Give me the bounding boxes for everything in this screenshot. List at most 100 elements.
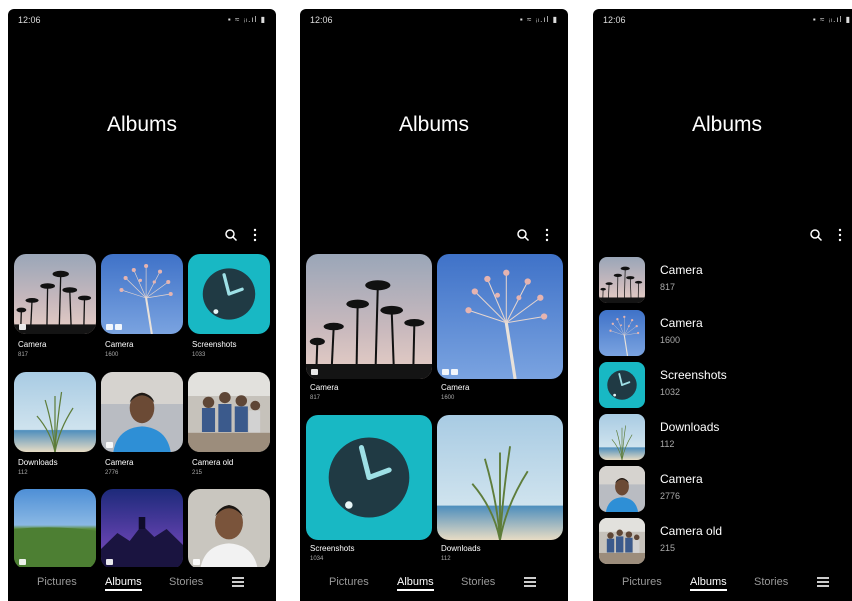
album-tile[interactable]: Downloads 112 (437, 415, 563, 570)
tab-albums[interactable]: Albums (397, 576, 434, 591)
bottom-nav: Pictures Albums Stories (8, 567, 276, 601)
album-tile[interactable]: Camera 1600 (101, 254, 183, 364)
hamburger-menu-icon[interactable] (232, 577, 244, 587)
list-item[interactable]: Camera 817 (599, 257, 849, 303)
page-title: Albums (106, 113, 178, 136)
album-tile[interactable]: Camera old 215 (188, 372, 270, 482)
status-icons: ▪ ≈ ᵢₗ.ıl ▮ (227, 15, 266, 24)
camera-badge-icon (193, 559, 200, 565)
list-item[interactable]: Downloads 112 (599, 414, 849, 460)
camera-badge-icon (106, 442, 113, 448)
album-count: 2776 (660, 491, 681, 501)
album-thumbnail (14, 372, 96, 452)
tab-albums[interactable]: Albums (105, 576, 142, 591)
search-icon[interactable] (224, 227, 238, 243)
camera-badge-icon (442, 369, 458, 375)
list-item[interactable]: Camera 2776 (599, 466, 849, 512)
album-tile[interactable] (188, 489, 270, 569)
more-vert-icon[interactable] (248, 227, 262, 243)
page-title: Albums (398, 113, 470, 136)
album-thumbnail (599, 466, 645, 512)
status-time: 12:06 (310, 15, 333, 25)
action-row (224, 227, 264, 243)
album-thumbnail (188, 489, 270, 569)
album-name: Camera (660, 316, 703, 330)
hamburger-menu-icon[interactable] (817, 577, 829, 587)
phone-screen-grid-large: 12:06 ▪ ≈ ᵢₗ.ıl ▮ Albums Camera 817 Came… (300, 9, 568, 601)
tab-albums[interactable]: Albums (690, 576, 727, 591)
album-tile[interactable]: Downloads 112 (14, 372, 96, 482)
search-icon[interactable] (516, 227, 530, 243)
album-thumbnail (101, 254, 183, 334)
tab-stories[interactable]: Stories (169, 576, 203, 588)
list-item[interactable]: Camera old 215 (599, 518, 849, 564)
album-count: 1033 (192, 352, 206, 358)
camera-badge-icon (106, 324, 122, 330)
album-name: Downloads (18, 458, 58, 467)
album-name: Screenshots (192, 340, 237, 349)
album-count: 1600 (105, 352, 119, 358)
phone-screen-list: 12:06 ▪ ≈ ᵢₗ.ıl ▮ Albums Camera 817 Came… (593, 9, 852, 601)
search-icon[interactable] (809, 227, 823, 243)
album-tile[interactable]: Camera 817 (14, 254, 96, 364)
album-tile[interactable]: Screenshots 1033 (188, 254, 270, 364)
album-thumbnail (437, 254, 563, 379)
album-name: Screenshots (660, 368, 727, 382)
album-thumbnail (306, 254, 432, 379)
more-vert-icon[interactable] (540, 227, 554, 243)
album-count: 1034 (310, 556, 324, 562)
album-thumbnail (306, 415, 432, 540)
camera-badge-icon (19, 324, 26, 330)
album-thumbnail (188, 372, 270, 452)
album-thumbnail (101, 489, 183, 569)
album-count: 112 (18, 470, 28, 476)
album-count: 817 (18, 352, 29, 358)
tab-pictures[interactable]: Pictures (37, 576, 77, 588)
album-tile[interactable]: Camera 2776 (101, 372, 183, 482)
album-count: 112 (660, 439, 675, 449)
album-name: Camera (660, 263, 703, 277)
album-name: Screenshots (310, 544, 355, 553)
album-name: Camera old (192, 458, 234, 467)
album-thumbnail (101, 372, 183, 452)
album-tile[interactable]: Screenshots 1034 (306, 415, 432, 570)
hamburger-menu-icon[interactable] (524, 577, 536, 587)
album-count: 2776 (105, 470, 119, 476)
album-name: Camera (105, 458, 134, 467)
album-thumbnail (188, 254, 270, 334)
status-bar: 12:06 ▪ ≈ ᵢₗ.ıl ▮ (310, 15, 558, 29)
tab-stories[interactable]: Stories (461, 576, 495, 588)
album-count: 215 (660, 543, 676, 553)
album-name: Camera old (660, 524, 723, 538)
album-thumbnail (437, 415, 563, 540)
album-tile[interactable] (14, 489, 96, 569)
album-thumbnail (14, 254, 96, 334)
status-bar: 12:06 ▪ ≈ ᵢₗ.ıl ▮ (18, 15, 266, 29)
page-title: Albums (691, 113, 763, 136)
album-name: Camera (105, 340, 134, 349)
status-time: 12:06 (603, 15, 626, 25)
album-tile[interactable]: Camera 1600 (437, 254, 563, 409)
more-vert-icon[interactable] (833, 227, 847, 243)
album-thumbnail (599, 257, 645, 303)
album-name: Camera (310, 383, 339, 392)
album-tile[interactable]: Camera 817 (306, 254, 432, 409)
tab-pictures[interactable]: Pictures (329, 576, 369, 588)
album-count: 817 (310, 395, 321, 401)
camera-badge-icon (106, 559, 113, 565)
album-tile[interactable] (101, 489, 183, 569)
album-thumbnail (599, 362, 645, 408)
album-count: 817 (660, 282, 676, 292)
album-count: 215 (192, 470, 203, 476)
album-name: Downloads (441, 544, 481, 553)
tab-stories[interactable]: Stories (754, 576, 788, 588)
album-name: Camera (660, 472, 703, 486)
album-name: Downloads (660, 420, 720, 434)
tab-pictures[interactable]: Pictures (622, 576, 662, 588)
action-row (516, 227, 556, 243)
list-item[interactable]: Camera 1600 (599, 310, 849, 356)
list-item[interactable]: Screenshots 1032 (599, 362, 849, 408)
bottom-nav: Pictures Albums Stories (593, 567, 852, 601)
status-bar: 12:06 ▪ ≈ ᵢₗ.ıl ▮ (603, 15, 851, 29)
album-name: Camera (18, 340, 47, 349)
